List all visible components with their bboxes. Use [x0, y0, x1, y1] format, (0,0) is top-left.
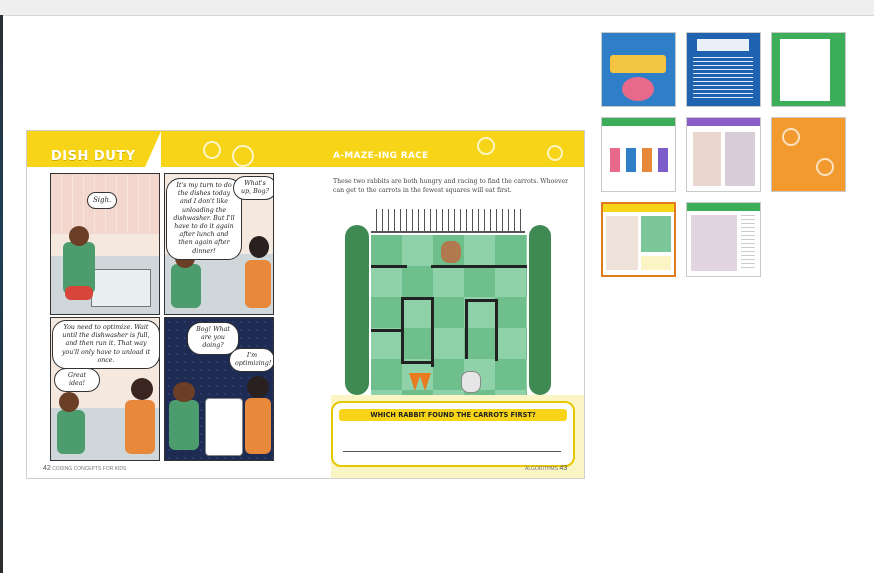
page-thumbnail[interactable]	[771, 32, 846, 107]
page-thumbnail[interactable]	[771, 117, 846, 192]
speech-bubble: Great idea!	[54, 368, 100, 392]
fence	[371, 209, 525, 233]
page-thumbnail[interactable]	[601, 117, 676, 192]
page-thumbnail[interactable]	[686, 117, 761, 192]
right-footer: ALGORITHMS 43	[525, 465, 568, 472]
speech-bubble: Bog! What are you doing?	[187, 322, 239, 355]
page-title: DISH DUTY	[51, 149, 136, 164]
rabbit-brown-icon	[441, 241, 461, 263]
page-title: A-MAZE-ING RACE	[333, 151, 429, 161]
viewer-toolbar	[0, 0, 874, 16]
circle-deco	[232, 145, 254, 167]
speech-bubble: Sigh.	[87, 192, 118, 209]
carrot-icon	[419, 373, 431, 391]
circle-deco	[477, 137, 495, 155]
comic-panel: Sigh.	[50, 173, 160, 315]
page-thumbnail[interactable]	[601, 32, 676, 107]
page-thumbnail-selected[interactable]	[601, 202, 676, 277]
page-thumbnail[interactable]	[686, 32, 761, 107]
window-edge	[0, 15, 3, 573]
page-spread: DISH DUTY A-MAZE-ING RACE Sigh. It's my …	[27, 131, 584, 478]
comic-panel: You need to optimize. Wait until the dis…	[50, 317, 160, 461]
comic-panel: It's my turn to do the dishes today and …	[164, 173, 274, 315]
speech-bubble: What's up, Bog?	[233, 176, 273, 201]
speech-bubble: It's my turn to do the dishes today and …	[166, 178, 242, 260]
speech-bubble: You need to optimize. Wait until the dis…	[52, 320, 159, 370]
answer-line	[343, 451, 561, 452]
maze	[345, 207, 551, 397]
hedge-left	[345, 225, 369, 395]
hedge-right	[529, 225, 551, 395]
rabbit-white-icon	[461, 371, 481, 393]
page-thumbnail[interactable]	[686, 202, 761, 277]
circle-deco	[547, 145, 563, 161]
comic-panel: Bog! What are you doing? I'm optimizing!	[164, 317, 274, 461]
circle-deco	[203, 141, 221, 159]
speech-bubble: I'm optimizing!	[229, 348, 273, 373]
activity-instructions: These two rabbits are both hungry and ra…	[333, 178, 569, 194]
answer-box: WHICH RABBIT FOUND THE CARROTS FIRST?	[331, 401, 575, 467]
question-text: WHICH RABBIT FOUND THE CARROTS FIRST?	[370, 411, 536, 419]
left-footer: 42 CODING CONCEPTS FOR KIDS	[43, 465, 127, 472]
